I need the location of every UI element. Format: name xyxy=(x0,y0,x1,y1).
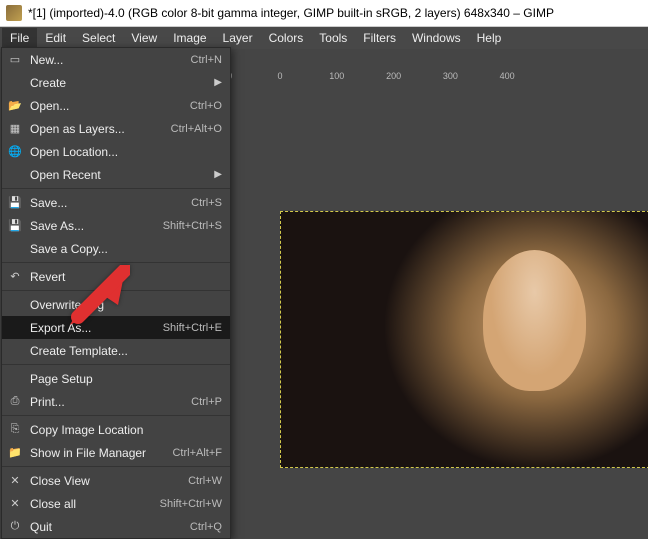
menu-item-label: Page Setup xyxy=(30,372,222,386)
menu-item-label: Show in File Manager xyxy=(30,446,172,460)
menu-filters[interactable]: Filters xyxy=(355,28,404,48)
menu-item-label: Revert xyxy=(30,270,222,284)
blank-icon xyxy=(6,320,24,336)
revert-icon: ↶ xyxy=(6,269,24,285)
folder-icon: 📁 xyxy=(6,445,24,461)
ruler-tick: 100 xyxy=(329,71,344,81)
menu-item-label: Print... xyxy=(30,395,191,409)
window-title: *[1] (imported)-4.0 (RGB color 8-bit gam… xyxy=(28,6,554,20)
print-icon: ⎙ xyxy=(6,394,24,410)
menu-item-label: Open Location... xyxy=(30,145,222,159)
ruler-tick: 300 xyxy=(443,71,458,81)
x-icon: ✕ xyxy=(6,473,24,489)
menu-item-label: Create Template... xyxy=(30,344,222,358)
menu-item-export-as[interactable]: Export As...Shift+Ctrl+E xyxy=(2,316,230,339)
window-titlebar: *[1] (imported)-4.0 (RGB color 8-bit gam… xyxy=(0,0,648,27)
ruler-tick: 0 xyxy=(277,71,282,81)
menu-item-label: Open... xyxy=(30,99,190,113)
menu-item-shortcut: Ctrl+O xyxy=(190,100,222,112)
menu-item-label: Save... xyxy=(30,196,191,210)
ruler-tick: 200 xyxy=(386,71,401,81)
save-icon: 💾 xyxy=(6,195,24,211)
menu-item-new[interactable]: ▭ New...Ctrl+N xyxy=(2,48,230,71)
open-icon: 📂 xyxy=(6,98,24,114)
layers-icon: ▦ xyxy=(6,121,24,137)
menu-item-print[interactable]: ⎙ Print...Ctrl+P xyxy=(2,390,230,413)
menu-item-save[interactable]: 💾 Save...Ctrl+S xyxy=(2,191,230,214)
menu-item-create-template[interactable]: Create Template... xyxy=(2,339,230,362)
menu-layer[interactable]: Layer xyxy=(215,28,261,48)
blank-icon xyxy=(6,343,24,359)
menu-help[interactable]: Help xyxy=(469,28,510,48)
menu-item-overwrite-jpg[interactable]: Overwrite .jpg xyxy=(2,293,230,316)
menu-item-shortcut: Ctrl+Alt+F xyxy=(172,447,222,459)
menu-item-label: Save As... xyxy=(30,219,163,233)
blank-icon xyxy=(6,167,24,183)
menu-item-label: Overwrite .jpg xyxy=(30,298,222,312)
app-icon xyxy=(6,5,22,21)
menu-item-show-in-file-manager[interactable]: 📁 Show in File ManagerCtrl+Alt+F xyxy=(2,441,230,464)
menu-item-close-view[interactable]: ✕ Close ViewCtrl+W xyxy=(2,469,230,492)
blank-icon xyxy=(6,371,24,387)
menu-item-page-setup[interactable]: Page Setup xyxy=(2,367,230,390)
globe-icon: 🌐 xyxy=(6,144,24,160)
menu-item-label: Export As... xyxy=(30,321,163,335)
menu-item-label: New... xyxy=(30,53,191,67)
menu-item-open[interactable]: 📂 Open...Ctrl+O xyxy=(2,94,230,117)
menu-item-revert[interactable]: ↶ Revert xyxy=(2,265,230,288)
menu-item-label: Quit xyxy=(30,520,190,534)
menu-item-label: Open as Layers... xyxy=(30,122,171,136)
menubar: FileEditSelectViewImageLayerColorsToolsF… xyxy=(0,27,648,49)
blank-icon xyxy=(6,75,24,91)
menu-tools[interactable]: Tools xyxy=(311,28,355,48)
image-canvas[interactable] xyxy=(280,211,648,468)
menu-item-shortcut: Ctrl+S xyxy=(191,197,222,209)
xx-icon: ✕ xyxy=(6,496,24,512)
menu-file[interactable]: File xyxy=(2,28,37,48)
submenu-arrow-icon: ▶ xyxy=(214,169,222,180)
submenu-arrow-icon: ▶ xyxy=(214,77,222,88)
menu-edit[interactable]: Edit xyxy=(37,28,74,48)
menu-item-open-location[interactable]: 🌐 Open Location... xyxy=(2,140,230,163)
menu-item-save-a-copy[interactable]: Save a Copy... xyxy=(2,237,230,260)
menu-item-label: Close all xyxy=(30,497,160,511)
menu-item-label: Copy Image Location xyxy=(30,423,222,437)
menu-colors[interactable]: Colors xyxy=(261,28,312,48)
menu-item-shortcut: Ctrl+W xyxy=(188,475,222,487)
menu-item-label: Create xyxy=(30,76,214,90)
menu-item-open-recent[interactable]: Open Recent▶ xyxy=(2,163,230,186)
menu-item-shortcut: Ctrl+N xyxy=(191,54,222,66)
menu-item-label: Open Recent xyxy=(30,168,214,182)
menu-item-quit[interactable]: ⏻QuitCtrl+Q xyxy=(2,515,230,538)
menu-item-open-as-layers[interactable]: ▦ Open as Layers...Ctrl+Alt+O xyxy=(2,117,230,140)
menu-item-shortcut: Ctrl+Alt+O xyxy=(171,123,222,135)
menu-item-label: Save a Copy... xyxy=(30,242,222,256)
copy-icon: ⎘ xyxy=(6,422,24,438)
doc-icon: ▭ xyxy=(6,52,24,68)
blank-icon xyxy=(6,297,24,313)
ruler-tick: 400 xyxy=(500,71,515,81)
menu-item-shortcut: Shift+Ctrl+W xyxy=(160,498,222,510)
menu-item-copy-image-location[interactable]: ⎘ Copy Image Location xyxy=(2,418,230,441)
menu-item-label: Close View xyxy=(30,474,188,488)
menu-item-close-all[interactable]: ✕ Close allShift+Ctrl+W xyxy=(2,492,230,515)
menu-windows[interactable]: Windows xyxy=(404,28,469,48)
menu-image[interactable]: Image xyxy=(165,28,214,48)
image-content xyxy=(281,212,648,467)
file-menu-dropdown: ▭New...Ctrl+NCreate▶📂Open...Ctrl+O▦Open … xyxy=(1,47,231,539)
menu-item-shortcut: Shift+Ctrl+E xyxy=(163,322,222,334)
saveas-icon: 💾 xyxy=(6,218,24,234)
menu-item-save-as[interactable]: 💾 Save As...Shift+Ctrl+S xyxy=(2,214,230,237)
menu-view[interactable]: View xyxy=(123,28,165,48)
menu-item-create[interactable]: Create▶ xyxy=(2,71,230,94)
menu-item-shortcut: Shift+Ctrl+S xyxy=(163,220,222,232)
blank-icon xyxy=(6,241,24,257)
menu-item-shortcut: Ctrl+Q xyxy=(190,521,222,533)
menu-select[interactable]: Select xyxy=(74,28,123,48)
menu-item-shortcut: Ctrl+P xyxy=(191,396,222,408)
